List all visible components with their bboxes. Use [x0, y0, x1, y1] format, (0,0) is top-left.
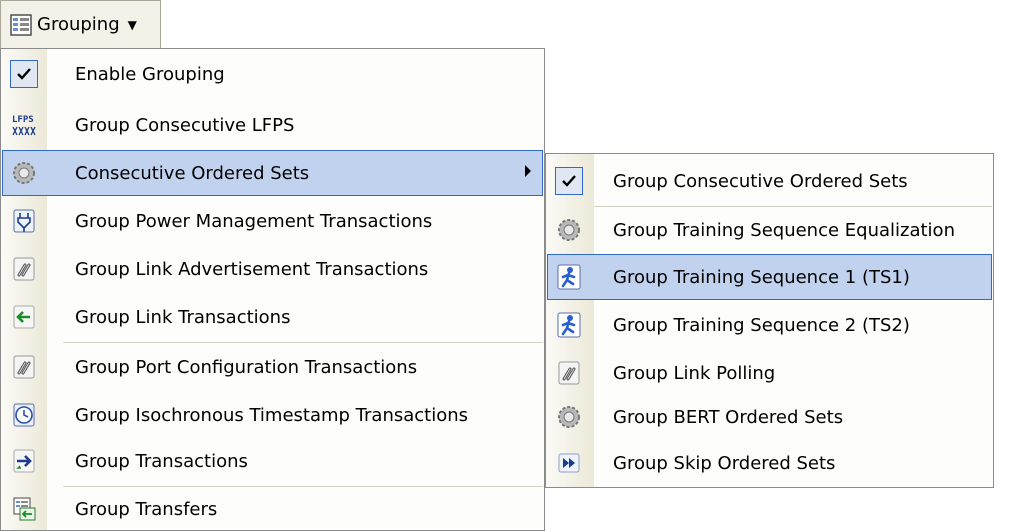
gear-icon — [10, 159, 38, 187]
submenu-item-skip-ordered-sets[interactable]: Group Skip Ordered Sets — [547, 440, 992, 486]
submenu-item-label: Group BERT Ordered Sets — [613, 406, 844, 428]
submenu-item-label: Group Skip Ordered Sets — [613, 452, 836, 474]
submenu-item-bert-ordered-sets[interactable]: Group BERT Ordered Sets — [547, 394, 992, 440]
menu-item-label: Enable Grouping — [75, 63, 225, 85]
submenu-arrow-icon — [525, 165, 531, 177]
runner-icon — [555, 311, 583, 339]
power-plug-icon — [10, 207, 38, 235]
submenu-item-label: Group Training Sequence 1 (TS1) — [613, 266, 910, 288]
grouping-icon — [10, 13, 32, 36]
menu-item-label: Group Isochronous Timestamp Transactions — [75, 404, 469, 426]
menu-item-group-link-transactions[interactable]: Group Link Transactions — [2, 294, 543, 340]
grouping-menu: Enable Grouping LFPS Group Consecutive L… — [0, 48, 545, 531]
menu-item-label: Consecutive Ordered Sets — [75, 162, 310, 184]
menu-item-label: Group Port Configuration Transactions — [75, 356, 418, 378]
grouping-label: Grouping — [37, 14, 120, 35]
menu-item-group-consecutive-lfps[interactable]: LFPS Group Consecutive LFPS — [2, 102, 543, 148]
menu-item-label: Group Power Management Transactions — [75, 210, 433, 232]
chain-link-icon — [10, 353, 38, 381]
fast-forward-icon — [555, 449, 583, 477]
menu-item-label: Group Link Advertisement Transactions — [75, 258, 429, 280]
chevron-down-icon: ▼ — [127, 17, 137, 32]
check-icon — [10, 60, 38, 88]
submenu-item-label: Group Training Sequence Equalization — [613, 219, 955, 241]
submenu-item-label: Group Consecutive Ordered Sets — [613, 170, 908, 192]
submenu-item-training-sequence-ts1[interactable]: Group Training Sequence 1 (TS1) — [547, 254, 992, 300]
menu-item-label: Group Link Transactions — [75, 306, 291, 328]
menu-item-label: Group Transfers — [75, 498, 218, 520]
check-icon — [555, 167, 583, 195]
transfers-icon — [10, 495, 38, 523]
menu-item-group-port-configuration[interactable]: Group Port Configuration Transactions — [2, 344, 543, 390]
grouping-toolbar-button[interactable]: Grouping ▼ — [0, 0, 161, 48]
gear-icon — [555, 403, 583, 431]
submenu-item-training-sequence-equalization[interactable]: Group Training Sequence Equalization — [547, 207, 992, 253]
submenu-item-label: Group Training Sequence 2 (TS2) — [613, 314, 910, 336]
submenu-item-training-sequence-ts2[interactable]: Group Training Sequence 2 (TS2) — [547, 302, 992, 348]
consecutive-ordered-sets-submenu: Group Consecutive Ordered Sets Group Tra… — [545, 153, 994, 488]
menu-item-enable-grouping[interactable]: Enable Grouping — [2, 51, 543, 97]
arrow-right-icon — [10, 447, 38, 475]
menu-separator — [63, 342, 543, 343]
menu-item-group-link-advertisement[interactable]: Group Link Advertisement Transactions — [2, 246, 543, 292]
arrow-left-icon — [10, 303, 38, 331]
menu-item-group-transactions[interactable]: Group Transactions — [2, 438, 543, 484]
menu-item-group-power-management[interactable]: Group Power Management Transactions — [2, 198, 543, 244]
menu-item-label: Group Transactions — [75, 450, 248, 472]
menu-item-label: Group Consecutive LFPS — [75, 114, 295, 136]
runner-icon — [555, 263, 583, 291]
chain-link-icon — [10, 255, 38, 283]
menu-item-group-transfers[interactable]: Group Transfers — [2, 486, 543, 532]
svg-text:LFPS: LFPS — [12, 115, 34, 125]
lfps-icon: LFPS — [10, 111, 38, 139]
clock-icon — [10, 401, 38, 429]
submenu-item-label: Group Link Polling — [613, 362, 776, 384]
gear-icon — [555, 216, 583, 244]
menu-item-group-isochronous-timestamp[interactable]: Group Isochronous Timestamp Transactions — [2, 392, 543, 438]
menu-item-consecutive-ordered-sets[interactable]: Consecutive Ordered Sets — [2, 150, 543, 196]
chain-link-icon — [555, 359, 583, 387]
submenu-item-group-consecutive-ordered-sets[interactable]: Group Consecutive Ordered Sets — [547, 158, 992, 204]
submenu-item-link-polling[interactable]: Group Link Polling — [547, 350, 992, 396]
